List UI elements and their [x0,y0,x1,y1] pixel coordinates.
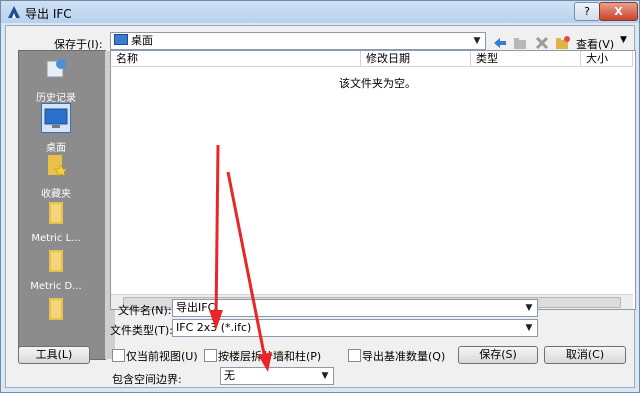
space-boundary-value: 无 [224,369,235,382]
chevron-down-icon: ▼ [525,323,533,333]
favorites-icon [48,155,68,177]
tools-button[interactable]: 工具(L) [18,346,90,364]
dialog-body: 保存于(I): 桌面 ▼ 查看(V) ▼ 历史记录 桌面 收藏夹 Metric … [5,25,636,388]
chevron-down-icon: ▼ [321,371,329,381]
current-view-label: 仅当前视图(U) [126,350,198,363]
view-menu-arrow-icon[interactable]: ▼ [620,35,627,45]
filetype-value: IFC 2x3 (*.ifc) [176,321,252,334]
title-bar: 导出 IFC ? X [1,1,639,23]
folder-icon [49,250,63,272]
help-button[interactable]: ? [574,2,600,21]
place-desktop[interactable]: 桌面 [19,103,93,154]
filetype-dropdown[interactable]: IFC 2x3 (*.ifc) ▼ [172,319,538,337]
space-boundary-label: 包含空间边界: [112,373,182,386]
column-header-modified[interactable]: 修改日期 [361,51,471,67]
column-header-type[interactable]: 类型 [471,51,581,67]
chevron-down-icon: ▼ [473,36,481,46]
empty-folder-message: 该文件夹为空。 [339,77,416,90]
cancel-button[interactable]: 取消(C) [544,346,626,364]
revit-logo-icon [8,6,20,18]
place-metric-detail[interactable]: Metric D... [19,247,93,292]
base-quantities-label: 导出基准数量(Q) [362,350,446,363]
column-header-name[interactable]: 名称 [111,51,361,67]
window-title: 导出 IFC [25,7,72,21]
space-boundary-dropdown[interactable]: 无 ▼ [220,367,334,385]
filename-value: 导出IFC [176,301,216,314]
chevron-down-icon: ▼ [525,303,533,313]
place-metric-library[interactable]: Metric L... [19,199,93,244]
save-button[interactable]: 保存(S) [458,346,538,364]
current-view-checkbox[interactable] [112,349,125,362]
column-header-size[interactable]: 大小 [581,51,633,67]
save-in-dropdown[interactable]: 桌面 ▼ [110,32,486,50]
save-in-value: 桌面 [131,34,153,47]
split-walls-label: 按楼层拆分墙和柱(P) [218,350,322,363]
filetype-label: 文件类型(T): [110,324,174,337]
filename-label: 文件名(N): [118,304,172,317]
place-favorites[interactable]: 收藏夹 [19,151,93,200]
folder-icon [49,298,63,320]
filename-input[interactable]: 导出IFC ▼ [172,299,538,317]
export-ifc-dialog: 导出 IFC ? X 保存于(I): 桌面 ▼ 查看(V) ▼ 历史记录 桌面 [0,0,640,393]
file-list[interactable]: 名称 修改日期 类型 大小 该文件夹为空。 [110,50,636,310]
folder-icon [49,202,63,224]
place-history[interactable]: 历史记录 [19,55,93,104]
up-folder-icon[interactable] [512,35,528,51]
history-icon [46,59,66,78]
desktop-icon [114,34,128,45]
places-bar: 历史记录 桌面 收藏夹 Metric L... Metric D... [18,50,115,360]
delete-icon[interactable] [534,35,550,51]
back-arrow-icon[interactable] [492,35,508,51]
base-quantities-checkbox[interactable] [348,349,361,362]
place-folder[interactable] [19,295,93,329]
close-button[interactable]: X [599,2,638,21]
new-folder-icon[interactable] [554,35,570,51]
desktop-icon [41,103,71,133]
split-walls-checkbox[interactable] [204,349,217,362]
